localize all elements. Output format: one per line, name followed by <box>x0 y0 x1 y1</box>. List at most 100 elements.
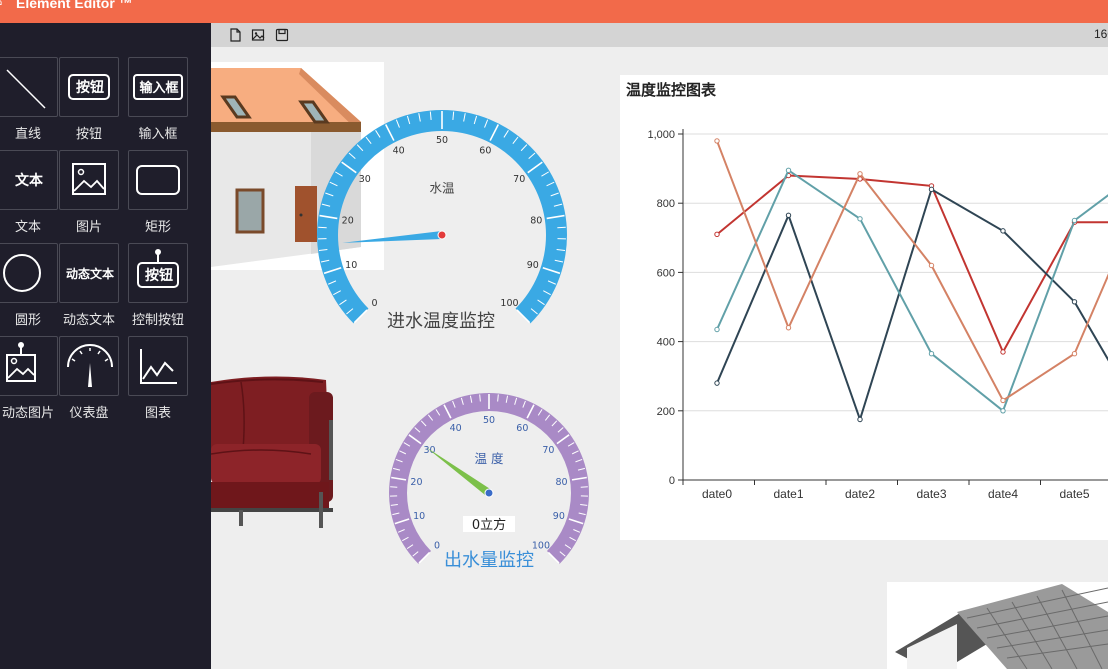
gauge-icon <box>59 336 119 396</box>
gauge-tick-label: 80 <box>555 477 567 488</box>
editor-canvas[interactable]: 0 10 20 30 40 50 60 70 80 90 100 水温 进水温度监控 0 10 20 30 4… <box>211 47 1108 669</box>
tool-icon-text: 动态文本 <box>65 267 114 281</box>
tool-icon-text: 按钮 <box>145 268 173 284</box>
new-file-icon[interactable] <box>227 27 243 43</box>
temperature-chart-panel[interactable]: 温度监控图表 0 200 400 600 800 1,000 date0 date1 date2… <box>620 75 1108 540</box>
x-tick-label: date0 <box>702 487 732 501</box>
series-point <box>1071 351 1078 357</box>
series-point <box>857 216 863 222</box>
x-tick-label: date3 <box>916 487 946 501</box>
button-icon: 按钮 <box>59 57 119 117</box>
control-button-icon: 按钮 <box>128 243 188 303</box>
tool-label: 按钮 <box>75 127 102 142</box>
gauge-tick-label: 50 <box>483 415 495 426</box>
series-point <box>857 416 863 423</box>
dynamic-image-icon <box>0 336 58 396</box>
image-file-icon[interactable] <box>250 27 266 43</box>
series-point <box>714 231 720 238</box>
save-icon[interactable] <box>274 27 290 43</box>
series-point <box>714 326 720 333</box>
tool-dynamic-text[interactable]: 动态文本 动态文本 <box>59 243 119 328</box>
x-tick-label: date2 <box>845 487 875 501</box>
tool-chart[interactable]: 图表 <box>128 336 188 421</box>
series-point <box>785 212 792 219</box>
line-chart[interactable]: 0 200 400 600 800 1,000 date0 date1 date2 date3 da… <box>620 75 1108 540</box>
gauge-tick-label: 40 <box>450 423 462 434</box>
gauge-inner-label: 水温 <box>429 181 455 196</box>
series-line <box>716 187 1108 423</box>
series-point <box>928 262 935 269</box>
tool-label: 矩形 <box>144 220 171 235</box>
gauge-hub <box>484 488 494 498</box>
series-point <box>1071 299 1078 305</box>
gauge-tick-label: 70 <box>542 445 554 456</box>
image-icon <box>59 150 119 210</box>
gauge-tick-label: 70 <box>513 174 525 185</box>
gauge-hub <box>437 230 447 240</box>
line-icon <box>0 57 58 117</box>
gauge-tick-label: 40 <box>393 145 405 156</box>
tool-icon-text: 按钮 <box>76 80 104 96</box>
series-line <box>716 140 1108 402</box>
gauge-value-text: 0立方 <box>472 517 506 533</box>
text-icon: 文本 <box>0 150 58 210</box>
dynamic-text-icon: 动态文本 <box>59 243 119 303</box>
tool-image[interactable]: 图片 <box>59 150 119 235</box>
y-tick-label: 400 <box>657 337 675 349</box>
tool-label: 输入框 <box>138 127 178 142</box>
tool-label: 动态文本 <box>62 313 115 328</box>
gauge-tick-label: 50 <box>436 135 448 146</box>
x-tick-label: date5 <box>1059 487 1089 501</box>
outlet-volume-gauge[interactable]: 0 10 20 30 40 50 60 70 80 90 100 温 度 0立方 出水量监控 <box>379 389 599 579</box>
tool-control-button[interactable]: 按钮 控制按钮 <box>128 243 188 328</box>
x-tick-label: date4 <box>988 487 1018 501</box>
gauge-tick-label: 10 <box>413 511 425 522</box>
editor-toolbar: 160 <box>211 23 1108 47</box>
series-point <box>928 351 935 357</box>
series-point <box>714 138 720 144</box>
title-bar: ⌂ Element Editor ™ <box>0 0 1108 23</box>
series-point <box>1000 397 1006 404</box>
tool-input-box[interactable]: 输入框 输入框 <box>128 57 188 142</box>
gauge-tick-label: 30 <box>359 174 371 185</box>
tool-button[interactable]: 按钮 按钮 <box>59 57 119 142</box>
gauge-tick <box>557 226 566 229</box>
series-point <box>785 325 792 331</box>
sofa-image[interactable] <box>211 372 336 547</box>
gauge-title: 进水温度监控 <box>387 311 495 332</box>
tool-icon-text: 输入框 <box>139 81 179 96</box>
y-tick-label: 600 <box>657 267 675 279</box>
chart-icon <box>128 336 188 396</box>
chart-title: 温度监控图表 <box>626 81 717 99</box>
gauge-title: 出水量监控 <box>444 550 534 571</box>
y-tick-label: 200 <box>657 406 675 418</box>
y-tick-label: 0 <box>669 475 675 487</box>
gauge-tick-label: 80 <box>530 215 542 226</box>
tool-rectangle[interactable]: 矩形 <box>128 150 188 235</box>
series-point <box>1000 349 1006 355</box>
tool-gauge[interactable]: 仪表盘 <box>59 336 119 421</box>
series-point <box>1000 408 1006 414</box>
series-point <box>1071 217 1078 224</box>
series-point <box>928 186 935 193</box>
circle-icon <box>0 243 58 303</box>
zoom-level[interactable]: 160 <box>1094 27 1108 41</box>
input-box-icon: 输入框 <box>128 57 188 117</box>
series-point <box>785 167 792 174</box>
series-point <box>714 380 720 386</box>
inlet-temperature-gauge[interactable]: 0 10 20 30 40 50 60 70 80 90 100 水温 进水温度监控 <box>311 102 571 332</box>
tool-label: 仪表盘 <box>69 406 109 421</box>
tool-label: 图表 <box>144 406 171 421</box>
app-logo-icon: ⌂ <box>0 0 6 8</box>
gauge-tick-label: 10 <box>345 260 357 271</box>
roof-image[interactable] <box>887 582 1108 669</box>
rectangle-icon <box>128 150 188 210</box>
tool-label: 图片 <box>75 220 102 235</box>
gauge-tick <box>318 226 327 229</box>
gauge-inner-label: 温 度 <box>475 451 504 466</box>
gauge-tick-label: 30 <box>424 445 436 456</box>
gauge-tick <box>497 394 499 402</box>
gauge-tick-label: 60 <box>516 423 528 434</box>
component-palette: 直线 按钮 按钮 输入框 输入框 文本 文本 图片 矩形 圆形 动态文本 动态文本 按钮 控制按钮 动态图片… <box>0 23 211 669</box>
gauge-tick <box>479 394 481 402</box>
